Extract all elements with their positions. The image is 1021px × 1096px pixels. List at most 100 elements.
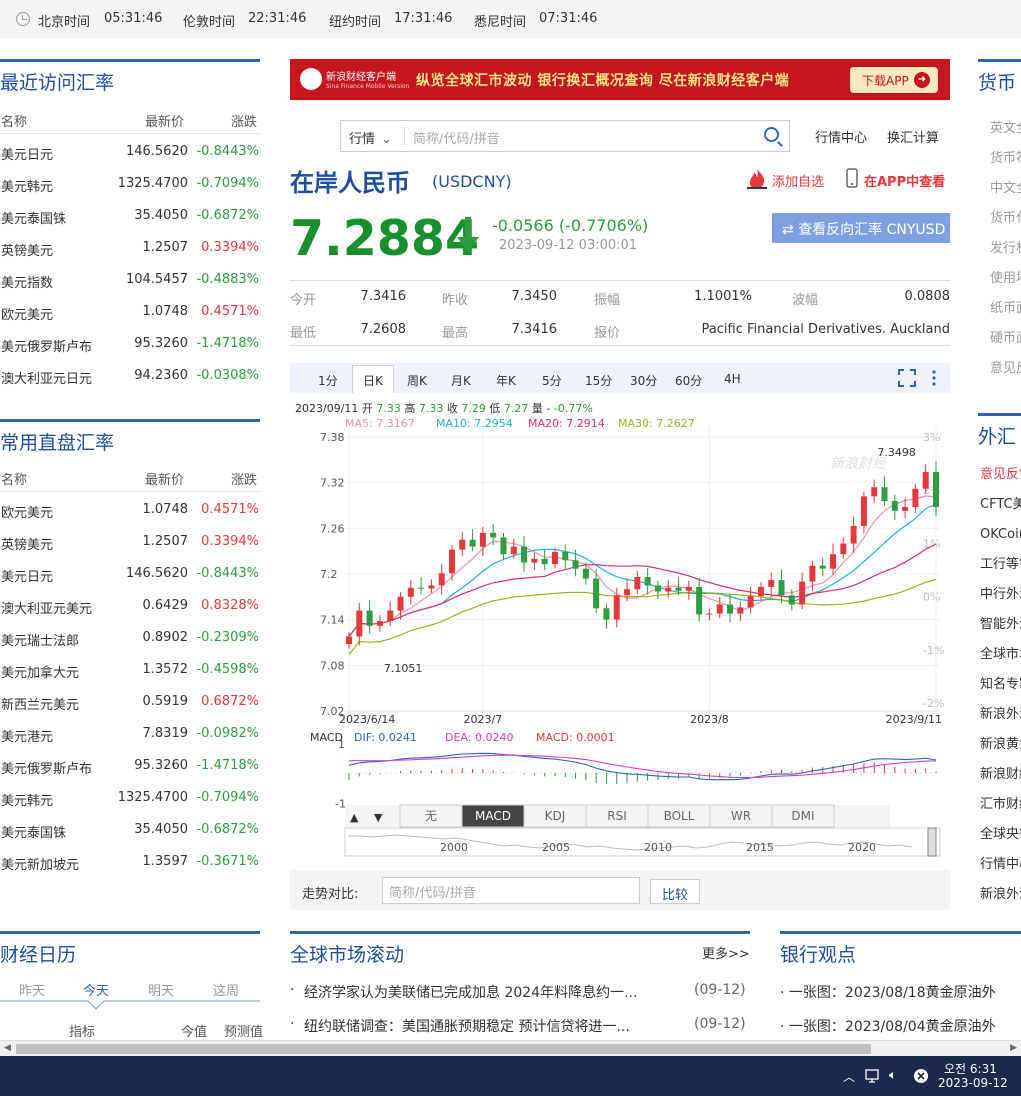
market-center-link[interactable]: 行情中心 [815,127,867,146]
candle-body [500,537,507,555]
forex-link-item[interactable]: 中行外汇牌价 [978,583,1021,602]
network-icon[interactable] [865,1068,883,1084]
rate-row[interactable]: 美元日元 146.5620 -0.8443% [0,558,260,590]
forex-link-item[interactable]: 智能外汇 [978,613,1021,632]
y-tick-label: 7.32 [320,477,345,490]
download-app-button[interactable]: 下载APP ➜ [850,67,938,93]
clock-sydney-time: 07:31:46 [539,11,598,26]
forex-link-item[interactable]: OKCoin比特币 [978,523,1021,542]
calendar-tab-tomorrow[interactable]: 明天 [148,980,174,999]
rate-row[interactable]: 美元瑞士法郎 0.8902 -0.2309% [0,622,260,654]
currency-converter-link[interactable]: 换汇计算 [887,127,939,146]
forex-link-item[interactable]: 新浪黄金 [978,733,1021,752]
chart-tab[interactable]: 5分 [542,372,562,389]
candle-body [613,595,620,620]
scroll-down-icon[interactable]: ▼ [374,811,383,824]
scroll-right-icon[interactable]: ▶ [1010,1043,1017,1053]
forex-link-item[interactable]: 行情中心 [978,853,1021,872]
rate-row[interactable]: 新西兰元美元 0.5919 0.6872% [0,686,260,718]
chart-tab[interactable]: 30分 [630,372,657,389]
rate-row[interactable]: 美元俄罗斯卢布 95.3260 -1.4718% [0,750,260,782]
rate-row[interactable]: 美元加拿大元 1.3572 -0.4598% [0,654,260,686]
chart-tab[interactable]: 年K [496,372,516,389]
chart-tab[interactable]: 4H [724,372,741,386]
search-type-select[interactable]: 行情 [349,128,392,147]
view-in-app-link[interactable]: 在APP中查看 [864,171,945,190]
forex-link-item[interactable]: 新浪财经 [978,763,1021,782]
forex-link-item[interactable]: 新浪外汇 [978,703,1021,722]
rate-row[interactable]: 澳大利亚元日元 94.2360 -0.0308% [0,360,260,392]
chart-tab[interactable]: 1分 [318,372,338,389]
notification-off-icon[interactable] [913,1068,929,1084]
chart-tab[interactable]: 月K [451,372,471,389]
compare-input[interactable]: 简称/代码/拼音 [382,877,640,904]
rate-row[interactable]: 英镑美元 1.2507 0.3394% [0,526,260,558]
compare-button[interactable]: 比较 [650,879,700,904]
calendar-tab-yesterday[interactable]: 昨天 [19,980,45,999]
search-input[interactable]: 简称/代码/拼音 [413,128,500,147]
global-news-date: (09-12) [694,982,746,998]
chart-tab[interactable]: 日K [352,365,394,393]
bank-views-title: 银行观点 [780,931,1021,966]
forex-link-item[interactable]: 新浪外汇 [978,883,1021,902]
forex-link-item[interactable]: 全球央行 [978,823,1021,842]
chart-tab[interactable]: 周K [407,372,427,389]
global-more-link[interactable]: 更多>> [702,943,750,962]
bank-news-item[interactable]: · 一张图：2023/08/18黄金原油外 [780,982,1021,1002]
calendar-tab-today[interactable]: 今天 [83,980,109,999]
volume-icon[interactable]: 🔈︎ [889,1068,897,1083]
scrollbar-thumb[interactable] [16,1044,871,1054]
add-favorite-button[interactable]: 添加自选 [772,171,824,190]
stat-high-label: 最高 [442,326,469,341]
rate-row[interactable]: 美元新加坡元 1.3597 -0.3671% [0,846,260,878]
navigator-handle[interactable] [927,827,937,857]
rate-price: 0.8902 [142,630,189,645]
taskbar-date[interactable]: 2023-09-12 [938,1076,1008,1090]
rate-row[interactable]: 美元指数 104.5457 -0.4883% [0,264,260,296]
x-tick-label: 2023/9/11 [886,713,942,726]
fullscreen-icon[interactable] [898,369,916,387]
pct-tick-label: 1% [923,537,940,550]
chart-tab[interactable]: 15分 [585,372,612,389]
rate-row[interactable]: 美元日元 146.5620 -0.8443% [0,136,260,168]
rate-row[interactable]: 美元港元 7.8319 -0.0982% [0,718,260,750]
reverse-rate-button[interactable]: ⇄ 查看反向汇率 CNYUSD [772,213,950,243]
candle-body [582,568,589,579]
calendar-tab-week[interactable]: 这周 [213,980,239,999]
forex-link-item[interactable]: CFTC美元持仓 [978,493,1021,512]
rate-row[interactable]: 欧元美元 1.0748 0.4571% [0,494,260,526]
kline-chart[interactable]: 2023/09/11 开 7.33 高 7.33 收 7.29 低 7.27 量… [290,393,950,858]
scroll-up-icon[interactable]: ▲ [350,811,359,824]
rate-row[interactable]: 美元韩元 1325.4700 -0.7094% [0,168,260,200]
forex-link-item[interactable]: 工行等银行牌价 [978,553,1021,572]
rate-row[interactable]: 欧元美元 1.0748 0.4571% [0,296,260,328]
rate-name: 美元韩元 [1,180,54,195]
taskbar-time[interactable]: 오전 6:31 [944,1060,997,1077]
global-news-item[interactable]: 纽约联储调查：美国通胀预期稳定 预计信贷将进一... [304,1016,630,1036]
ad-brand-en: Sina Finance Mobile Version [326,83,410,90]
rate-price: 1.0748 [142,304,189,319]
global-news-item[interactable]: 经济学家认为美联储已完成加息 2024年料降息约一... [304,982,637,1002]
bank-news-item[interactable]: · 一张图：2023/08/04黄金原油外 [780,1016,1021,1036]
rate-row[interactable]: 美元韩元 1325.4700 -0.7094% [0,782,260,814]
rate-change: 0.4571% [201,304,259,319]
rate-row[interactable]: 英镑美元 1.2507 0.3394% [0,232,260,264]
more-menu-icon[interactable] [930,369,938,387]
forex-link-item[interactable]: 意见反馈 [978,463,1021,482]
scroll-left-icon[interactable]: ◀ [4,1043,11,1053]
search-icon[interactable] [764,127,779,142]
chart-tab[interactable]: 60分 [675,372,702,389]
currency-info-item: 纸币面额 [990,301,1021,316]
ohlc-high-label: 高 [404,401,415,415]
forex-link-item[interactable]: 知名专家 [978,673,1021,692]
stat-range-value: 0.0808 [904,289,951,304]
app-download-banner[interactable]: 新浪财经客户端 Sina Finance Mobile Version 纵览全球… [290,59,950,100]
rate-row[interactable]: 美元俄罗斯卢布 95.3260 -1.4718% [0,328,260,360]
rate-row[interactable]: 美元泰国铢 35.4050 -0.6872% [0,814,260,846]
forex-link-item[interactable]: 全球市场 [978,643,1021,662]
horizontal-scrollbar[interactable]: ◀ ▶ [0,1040,1021,1056]
chevron-up-icon[interactable]: ︿ [843,1068,855,1085]
rate-row[interactable]: 澳大利亚元美元 0.6429 0.8328% [0,590,260,622]
forex-link-item[interactable]: 汇市财经 [978,793,1021,812]
rate-row[interactable]: 美元泰国铢 35.4050 -0.6872% [0,200,260,232]
